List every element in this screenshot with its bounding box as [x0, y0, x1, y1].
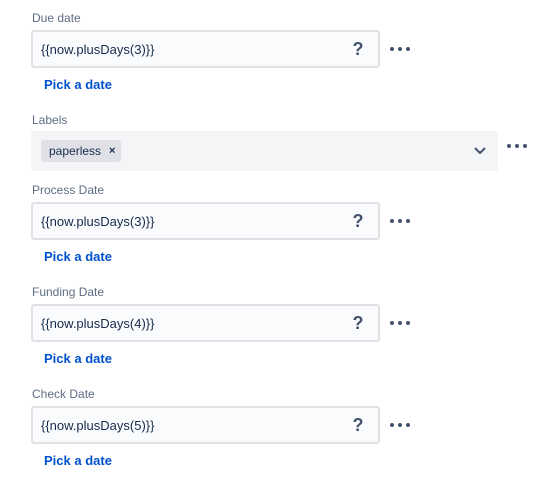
process-date-more-button[interactable] [390, 215, 410, 227]
check-date-field[interactable]: {{now.plusDays(5)}} ? [31, 406, 380, 444]
dot [406, 47, 410, 51]
dot [406, 321, 410, 325]
due-date-pick-link[interactable]: Pick a date [44, 77, 112, 93]
dot [507, 144, 511, 148]
dot [390, 47, 394, 51]
question-mark-icon[interactable]: ? [348, 211, 368, 231]
dot [390, 219, 394, 223]
funding-date-value[interactable]: {{now.plusDays(4)}} [41, 316, 348, 331]
funding-date-label: Funding Date [32, 285, 105, 299]
check-date-value[interactable]: {{now.plusDays(5)}} [41, 418, 348, 433]
automation-fields-form: Due date {{now.plusDays(3)}} ? Pick a da… [0, 0, 535, 477]
chevron-down-icon[interactable] [474, 145, 486, 157]
funding-date-more-button[interactable] [390, 317, 410, 329]
dot [398, 219, 402, 223]
dot [390, 423, 394, 427]
check-date-label: Check Date [32, 387, 95, 401]
process-date-field[interactable]: {{now.plusDays(3)}} ? [31, 202, 380, 240]
dot [515, 144, 519, 148]
close-icon[interactable]: × [109, 145, 115, 157]
due-date-value[interactable]: {{now.plusDays(3)}} [41, 42, 348, 57]
labels-more-button[interactable] [507, 140, 527, 152]
due-date-field[interactable]: {{now.plusDays(3)}} ? [31, 30, 380, 68]
dot [523, 144, 527, 148]
process-date-pick-link[interactable]: Pick a date [44, 249, 112, 265]
question-mark-icon[interactable]: ? [348, 415, 368, 435]
process-date-value[interactable]: {{now.plusDays(3)}} [41, 214, 348, 229]
labels-select[interactable]: paperless × [31, 131, 498, 171]
check-date-more-button[interactable] [390, 419, 410, 431]
funding-date-pick-link[interactable]: Pick a date [44, 351, 112, 367]
dot [406, 423, 410, 427]
dot [390, 321, 394, 325]
dot [398, 47, 402, 51]
label-tag-paperless: paperless × [41, 140, 122, 162]
process-date-label: Process Date [32, 183, 105, 197]
due-date-more-button[interactable] [390, 43, 410, 55]
dot [406, 219, 410, 223]
due-date-label: Due date [32, 11, 81, 25]
funding-date-field[interactable]: {{now.plusDays(4)}} ? [31, 304, 380, 342]
dot [398, 321, 402, 325]
check-date-pick-link[interactable]: Pick a date [44, 453, 112, 469]
labels-label: Labels [32, 113, 68, 127]
tag-text: paperless [49, 144, 102, 158]
dot [398, 423, 402, 427]
question-mark-icon[interactable]: ? [348, 39, 368, 59]
question-mark-icon[interactable]: ? [348, 313, 368, 333]
